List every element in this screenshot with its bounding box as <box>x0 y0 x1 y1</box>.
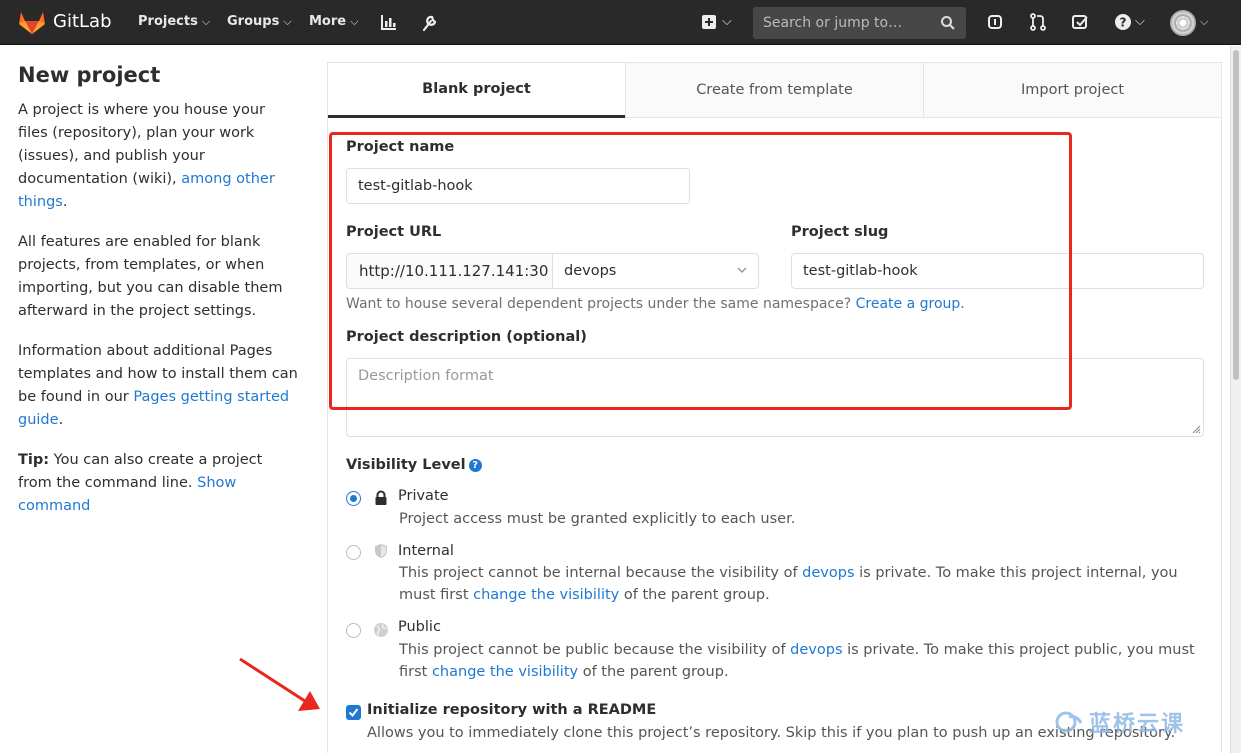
project-name-label: Project name <box>346 139 455 155</box>
internal-desc-a: This project cannot be internal because … <box>399 565 798 581</box>
plus-square-icon[interactable] <box>700 12 720 32</box>
visibility-label-text: Visibility Level <box>346 457 466 473</box>
watermark-logo-icon <box>1055 711 1083 733</box>
features-paragraph: All features are enabled for blank proje… <box>18 234 283 319</box>
scrollbar-thumb[interactable] <box>1233 50 1239 380</box>
issues-icon[interactable] <box>985 12 1005 32</box>
visibility-internal-title: Internal <box>398 543 454 559</box>
visibility-public-radio[interactable] <box>346 623 361 638</box>
tip-label: Tip: <box>18 452 50 468</box>
user-avatar[interactable] <box>1170 10 1196 36</box>
project-url-label: Project URL <box>346 224 442 240</box>
change-visibility-link[interactable]: change the visibility <box>473 587 619 603</box>
intro-paragraph: A project is where you house your files … <box>18 99 298 214</box>
chevron-down-icon: ⌵ <box>350 15 359 28</box>
search-input[interactable] <box>753 7 933 39</box>
tab-import-project[interactable]: Import project <box>923 63 1221 118</box>
sidebar-info: New project A project is where you house… <box>18 60 298 535</box>
namespace-help-text: Want to house several dependent projects… <box>346 296 965 312</box>
projects-menu-label: Projects <box>138 14 198 29</box>
project-description-label: Project description (optional) <box>346 329 587 345</box>
globe-icon <box>374 623 388 637</box>
watermark: 蓝桥云课 <box>1055 706 1185 738</box>
initialize-readme-desc: Allows you to immediately clone this pro… <box>367 725 1176 741</box>
arrow-annotation-icon <box>239 657 320 711</box>
help-icon[interactable]: ? <box>1113 12 1133 32</box>
pages-paragraph: Information about additional Pages templ… <box>18 340 298 432</box>
project-slug-label: Project slug <box>791 224 889 240</box>
page-title: New project <box>18 63 161 87</box>
visibility-private-title: Private <box>398 488 449 504</box>
chevron-down-icon <box>737 267 747 274</box>
more-menu[interactable]: More ⌵ <box>309 14 358 29</box>
gitlab-logo-icon[interactable] <box>18 9 46 35</box>
project-url-prefix: http://10.111.127.141:30 <box>346 253 553 289</box>
tab-blank-project[interactable]: Blank project <box>328 63 625 118</box>
chevron-down-icon[interactable]: ⌵ <box>1135 14 1145 29</box>
search-icon[interactable] <box>940 15 956 31</box>
tip-paragraph: Tip: You can also create a project from … <box>18 449 298 518</box>
intro-end: . <box>62 194 68 210</box>
public-desc-a: This project cannot be public because th… <box>399 642 786 658</box>
wrench-icon[interactable] <box>420 12 440 32</box>
initialize-readme-checkbox[interactable] <box>346 705 361 720</box>
projects-menu[interactable]: Projects ⌵ <box>138 14 210 29</box>
question-circle-icon[interactable]: ? <box>468 459 482 472</box>
description-placeholder: Description format <box>358 368 494 384</box>
more-menu-label: More <box>309 14 347 29</box>
project-name-input[interactable] <box>346 168 690 204</box>
visibility-internal-desc: This project cannot be internal because … <box>399 562 1199 606</box>
svg-text:?: ? <box>1120 16 1127 30</box>
visibility-public-desc: This project cannot be public because th… <box>399 639 1199 683</box>
create-group-link[interactable]: Create a group. <box>856 296 965 312</box>
new-project-panel: Blank project Create from template Impor… <box>327 62 1222 753</box>
change-visibility-link[interactable]: change the visibility <box>432 664 578 680</box>
chevron-down-icon: ⌵ <box>283 15 292 28</box>
namespace-select[interactable]: devops <box>552 253 759 289</box>
watermark-text: 蓝桥云课 <box>1089 712 1186 737</box>
activity-chart-icon[interactable] <box>379 12 399 32</box>
groups-menu[interactable]: Groups ⌵ <box>227 14 292 29</box>
devops-group-link[interactable]: devops <box>802 565 854 581</box>
devops-group-link[interactable]: devops <box>790 642 842 658</box>
public-desc-c: of the parent group. <box>582 664 729 680</box>
todo-icon[interactable] <box>1070 12 1090 32</box>
groups-menu-label: Groups <box>227 14 280 29</box>
checkmark-icon <box>348 708 359 718</box>
page-scrollbar[interactable] <box>1230 46 1241 753</box>
project-type-tabs: Blank project Create from template Impor… <box>328 63 1221 118</box>
lock-icon <box>375 490 387 505</box>
search-box[interactable] <box>753 7 966 39</box>
project-description-textarea[interactable]: Description format <box>346 358 1204 437</box>
gitlab-brand[interactable]: GitLab <box>53 11 112 32</box>
merge-request-icon[interactable] <box>1028 12 1048 32</box>
visibility-public-title: Public <box>398 619 441 635</box>
chevron-down-icon[interactable]: ⌵ <box>722 14 732 29</box>
chevron-down-icon[interactable]: ⌵ <box>1200 15 1208 29</box>
shield-icon <box>375 544 387 558</box>
visibility-level-label: Visibility Level? <box>346 457 482 473</box>
initialize-readme-label[interactable]: Initialize repository with a README <box>367 702 656 718</box>
visibility-private-desc: Project access must be granted explicitl… <box>399 511 796 527</box>
pages-end: . <box>58 412 64 428</box>
resize-grip-icon[interactable] <box>1191 424 1201 434</box>
visibility-private-radio[interactable] <box>346 491 361 506</box>
internal-desc-c: of the parent group. <box>623 587 770 603</box>
namespace-help: Want to house several dependent projects… <box>346 296 852 312</box>
tab-create-from-template[interactable]: Create from template <box>625 63 923 118</box>
namespace-value: devops <box>564 263 617 279</box>
chevron-down-icon: ⌵ <box>201 15 211 28</box>
visibility-internal-radio[interactable] <box>346 545 361 560</box>
top-navbar: GitLab Projects⌵ Groups⌵ More⌵ ⌵ ? ⌵ ⌵ <box>0 0 1241 45</box>
project-slug-input[interactable] <box>791 253 1204 289</box>
